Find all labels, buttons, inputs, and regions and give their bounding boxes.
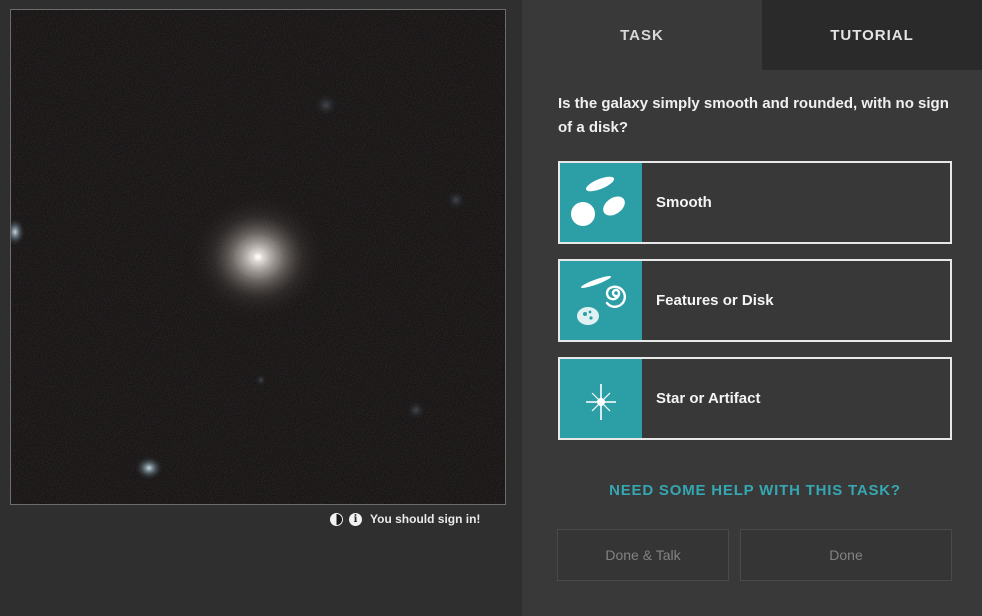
task-panel: TASK TUTORIAL Is the galaxy simply smoot…	[522, 0, 982, 616]
answer-star-label: Star or Artifact	[656, 390, 761, 407]
task-help-link[interactable]: NEED SOME HELP WITH THIS TASK?	[558, 482, 952, 499]
tab-bar: TASK TUTORIAL	[522, 0, 982, 70]
answer-smooth-button[interactable]: Smooth	[558, 161, 952, 244]
answer-smooth-label: Smooth	[656, 194, 712, 211]
galaxy-image-graphic	[11, 10, 505, 504]
answer-star-button[interactable]: Star or Artifact	[558, 357, 952, 440]
galaxy-image[interactable]	[10, 9, 506, 505]
answer-features-label: Features or Disk	[656, 292, 774, 309]
image-meta-bar: i You should sign in!	[330, 510, 510, 528]
answer-features-button[interactable]: Features or Disk	[558, 259, 952, 342]
smooth-galaxies-icon	[560, 163, 642, 242]
done-button[interactable]: Done	[740, 529, 952, 581]
star-artifact-icon	[560, 359, 642, 438]
contrast-icon[interactable]	[330, 512, 343, 526]
tab-tutorial[interactable]: TUTORIAL	[762, 0, 982, 70]
subject-viewer-area: i You should sign in!	[0, 0, 522, 616]
features-disk-icon	[560, 261, 642, 340]
done-and-talk-button[interactable]: Done & Talk	[557, 529, 729, 581]
info-icon[interactable]: i	[349, 512, 362, 526]
signin-notice[interactable]: You should sign in!	[370, 512, 480, 526]
task-question: Is the galaxy simply smooth and rounded,…	[558, 95, 949, 136]
tab-task[interactable]: TASK	[522, 0, 762, 70]
